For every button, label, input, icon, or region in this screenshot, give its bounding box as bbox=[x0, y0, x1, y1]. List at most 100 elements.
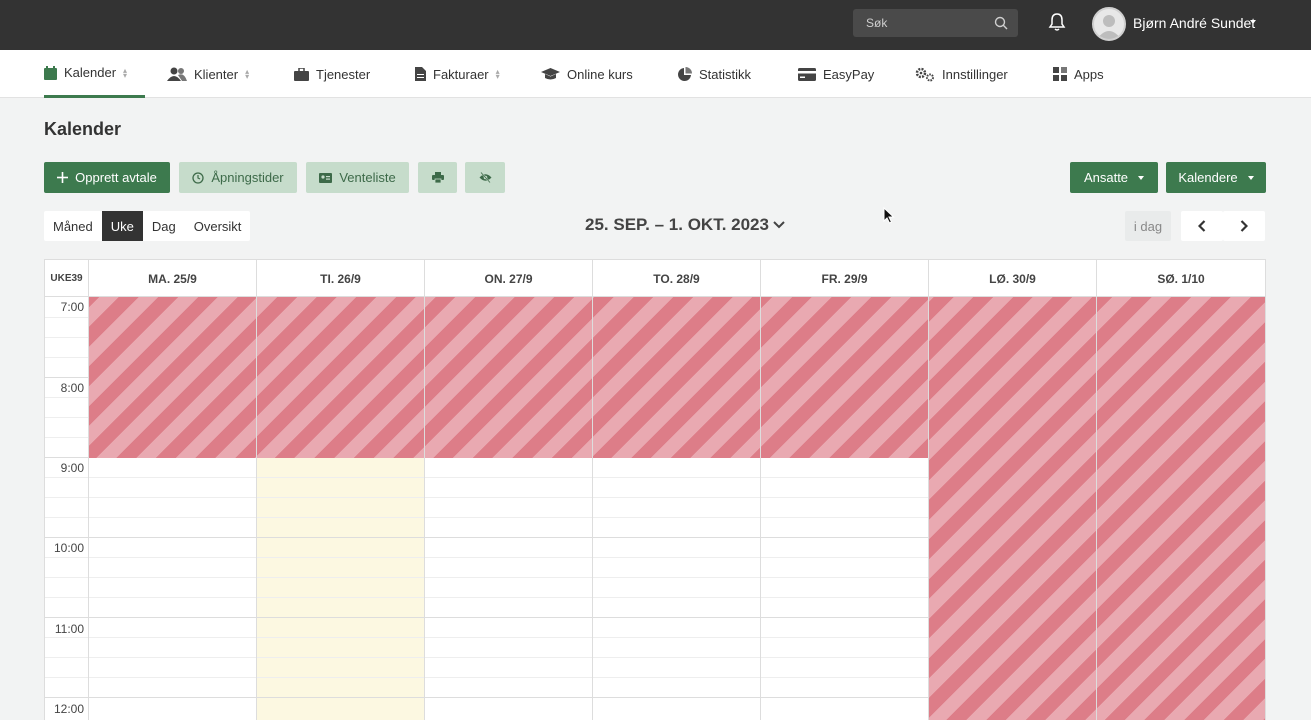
caret-down-icon bbox=[1247, 175, 1254, 180]
top-bar: Bjørn André Sundet bbox=[0, 0, 1311, 50]
briefcase-icon bbox=[294, 67, 309, 81]
credit-card-icon bbox=[798, 67, 816, 81]
grid-icon bbox=[1053, 67, 1067, 81]
day-header[interactable]: ON. 27/9 bbox=[424, 260, 592, 297]
gears-icon bbox=[915, 67, 934, 81]
graduation-cap-icon bbox=[541, 67, 560, 79]
staff-label: Ansatte bbox=[1083, 170, 1129, 185]
avatar[interactable] bbox=[1092, 7, 1126, 41]
day-header[interactable]: FR. 29/9 bbox=[760, 260, 928, 297]
nav-label: EasyPay bbox=[823, 66, 875, 82]
day-header[interactable]: TI. 26/9 bbox=[256, 260, 424, 297]
nav-item-easypay[interactable]: EasyPay bbox=[798, 50, 874, 98]
grid-line bbox=[45, 437, 88, 438]
next-week-button[interactable] bbox=[1223, 211, 1265, 241]
closed-day-block[interactable] bbox=[928, 297, 1265, 720]
date-range-picker[interactable]: 25. SEP. – 1. OKT. 2023 bbox=[585, 215, 785, 235]
view-overview-tab[interactable]: Oversikt bbox=[185, 211, 251, 241]
day-header[interactable]: LØ. 30/9 bbox=[928, 260, 1096, 297]
column-divider bbox=[88, 297, 89, 720]
sort-icon: ▴ ▾ bbox=[495, 67, 500, 81]
nav-label: Tjenester bbox=[316, 66, 371, 82]
column-divider bbox=[592, 297, 593, 720]
view-day-tab[interactable]: Dag bbox=[143, 211, 185, 241]
today-button[interactable]: i dag bbox=[1125, 211, 1171, 241]
view-week-tab[interactable]: Uke bbox=[101, 211, 143, 241]
nav-item-innstillinger[interactable]: Innstillinger bbox=[915, 50, 1008, 98]
chevron-down-icon bbox=[773, 221, 785, 229]
column-divider bbox=[424, 297, 425, 720]
search-box[interactable] bbox=[853, 9, 1018, 37]
print-icon bbox=[431, 172, 444, 183]
opening-hours-button[interactable]: Åpningstider bbox=[179, 162, 297, 193]
staff-dropdown-button[interactable]: Ansatte bbox=[1070, 162, 1158, 193]
column-divider bbox=[928, 297, 929, 720]
nav-label: Innstillinger bbox=[942, 66, 1008, 82]
calendars-dropdown-button[interactable]: Kalendere bbox=[1166, 162, 1266, 193]
day-header[interactable]: TO. 28/9 bbox=[592, 260, 760, 297]
nav-item-kalender[interactable]: Kalender ▴ ▾ bbox=[44, 50, 145, 98]
id-card-icon bbox=[319, 172, 333, 183]
main-nav: Kalender ▴ ▾ Klienter ▴ ▾ Tjenester Faktur… bbox=[0, 50, 1311, 98]
bell-icon[interactable] bbox=[1048, 12, 1066, 32]
pie-chart-icon bbox=[678, 66, 692, 81]
caret-down-icon bbox=[1138, 175, 1145, 180]
date-range-label: 25. SEP. – 1. OKT. 2023 bbox=[585, 215, 769, 234]
nav-label: Klienter bbox=[194, 66, 239, 82]
file-icon bbox=[415, 67, 426, 81]
create-appointment-label: Opprett avtale bbox=[75, 170, 157, 185]
previous-week-button[interactable] bbox=[1181, 211, 1223, 241]
week-number: UKE39 bbox=[50, 273, 83, 284]
day-header[interactable]: SØ. 1/10 bbox=[1096, 260, 1265, 297]
time-label: 7:00 bbox=[60, 300, 84, 314]
time-label: 12:00 bbox=[53, 702, 84, 716]
time-label: 9:00 bbox=[60, 461, 84, 475]
time-label: 10:00 bbox=[53, 541, 84, 555]
time-label: 8:00 bbox=[60, 381, 84, 395]
closed-hours-block[interactable] bbox=[88, 297, 928, 458]
nav-item-fakturaer[interactable]: Fakturaer ▴ ▾ bbox=[415, 50, 500, 98]
waitlist-button[interactable]: Venteliste bbox=[306, 162, 409, 193]
column-divider bbox=[760, 297, 761, 720]
users-icon bbox=[167, 67, 187, 81]
print-button[interactable] bbox=[418, 162, 457, 193]
time-label: 11:00 bbox=[54, 622, 84, 636]
nav-label: Apps bbox=[1074, 66, 1104, 82]
view-month-tab[interactable]: Måned bbox=[44, 211, 102, 241]
grid-line bbox=[45, 317, 88, 318]
nav-item-klienter[interactable]: Klienter ▴ ▾ bbox=[167, 50, 249, 98]
nav-label: Statistikk bbox=[699, 66, 752, 82]
nav-label: Kalender bbox=[64, 65, 117, 80]
nav-item-apps[interactable]: Apps bbox=[1053, 50, 1104, 98]
toggle-visibility-button[interactable] bbox=[465, 162, 505, 193]
calendars-label: Kalendere bbox=[1178, 170, 1238, 185]
nav-label: Fakturaer bbox=[433, 66, 489, 82]
calendar-grid[interactable]: 7:00 8:00 9:00 10:00 11:00 12:00 bbox=[45, 297, 1265, 720]
page-title: Kalender bbox=[44, 119, 122, 139]
user-name[interactable]: Bjørn André Sundet bbox=[1133, 15, 1255, 31]
search-icon[interactable] bbox=[994, 16, 1008, 30]
week-calendar: UKE39 MA. 25/9 TI. 26/9 ON. 27/9 TO. 28/… bbox=[44, 259, 1266, 720]
sort-icon: ▴ ▾ bbox=[245, 67, 250, 81]
opening-hours-label: Åpningstider bbox=[211, 170, 284, 185]
column-divider bbox=[256, 297, 257, 720]
waitlist-label: Venteliste bbox=[339, 170, 396, 185]
create-appointment-button[interactable]: Opprett avtale bbox=[44, 162, 170, 193]
chevron-left-icon bbox=[1198, 220, 1206, 232]
nav-item-online-kurs[interactable]: Online kurs bbox=[541, 50, 633, 98]
nav-item-tjenester[interactable]: Tjenester bbox=[294, 50, 370, 98]
eye-slash-icon bbox=[479, 172, 491, 183]
nav-item-statistikk[interactable]: Statistikk bbox=[677, 50, 751, 98]
plus-icon bbox=[57, 172, 69, 183]
view-switcher: Måned Uke Dag Oversikt bbox=[44, 211, 251, 241]
nav-label: Online kurs bbox=[567, 66, 633, 82]
grid-line bbox=[45, 357, 88, 358]
sort-icon: ▴ ▾ bbox=[123, 65, 128, 80]
calendar-icon bbox=[44, 65, 57, 80]
user-menu-caret-icon[interactable] bbox=[1250, 20, 1256, 24]
day-header[interactable]: MA. 25/9 bbox=[88, 260, 256, 297]
user-avatar-icon bbox=[1097, 15, 1121, 39]
grid-line bbox=[45, 397, 88, 398]
calendar-header: UKE39 MA. 25/9 TI. 26/9 ON. 27/9 TO. 28/… bbox=[45, 260, 1265, 297]
clock-icon bbox=[192, 171, 205, 184]
